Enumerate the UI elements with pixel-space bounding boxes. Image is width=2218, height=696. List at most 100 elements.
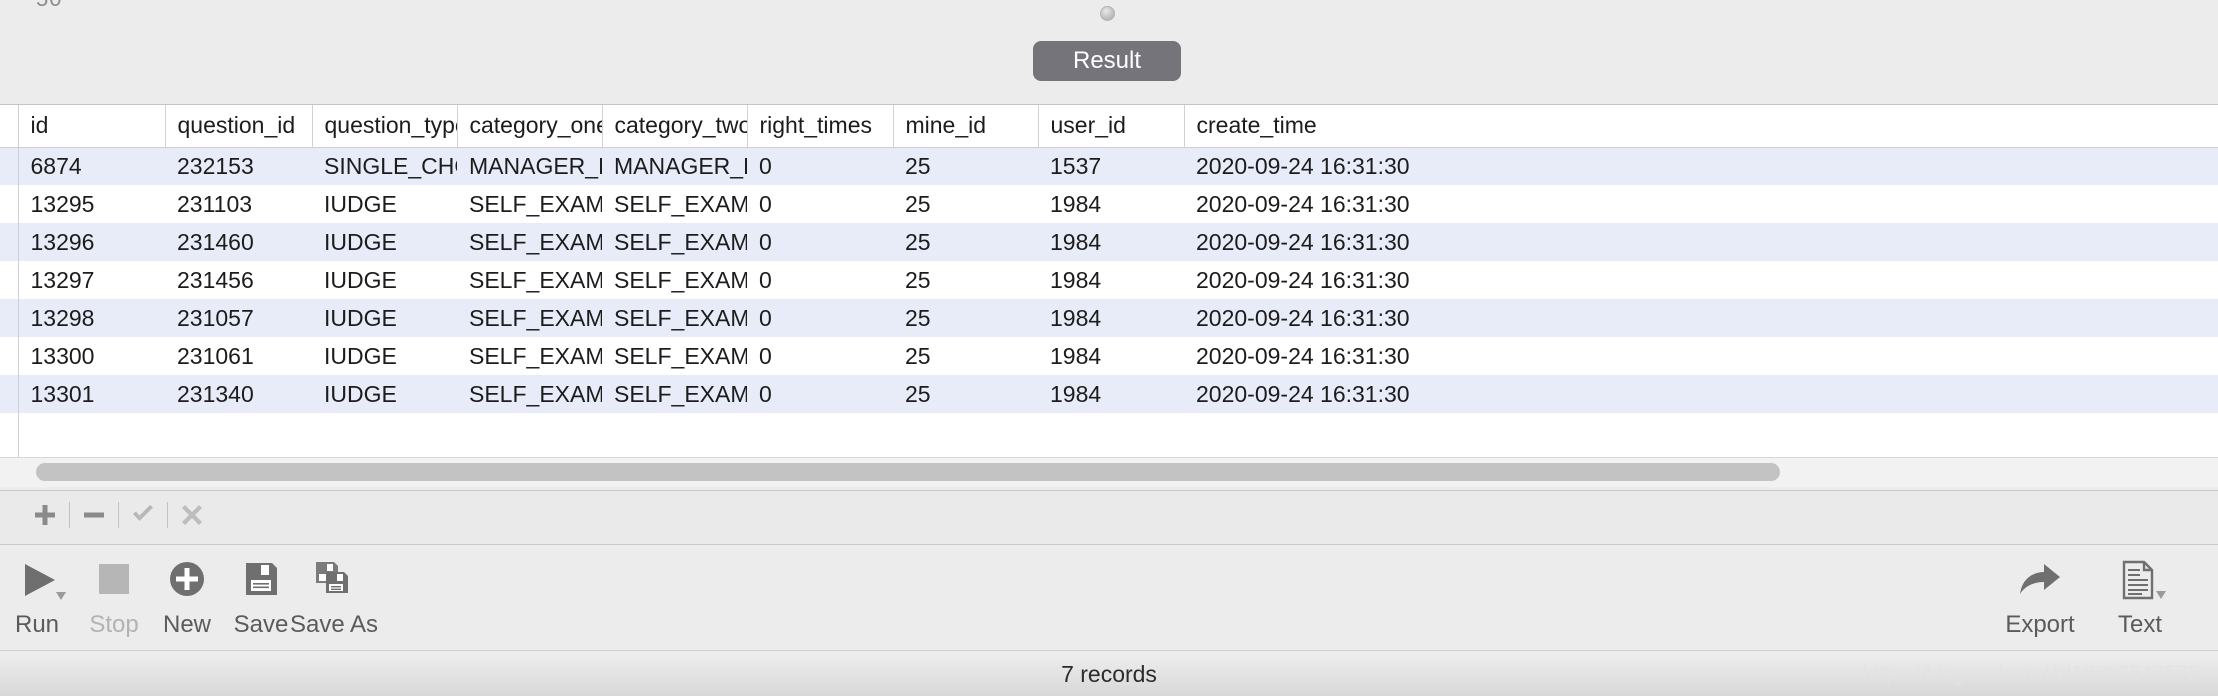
cell-id[interactable]: 13300 <box>18 337 165 375</box>
table-row[interactable]: 13300 231061 IUDGE SELF_EXAM SELF_EXAM_S… <box>0 337 2218 375</box>
cell-category-one[interactable]: SELF_EXAM <box>457 299 602 337</box>
cell-user-id[interactable]: 1984 <box>1038 185 1184 223</box>
cancel-edit-icon[interactable] <box>177 500 207 530</box>
row-gutter-cell[interactable] <box>0 223 19 261</box>
cell-question-id[interactable]: 231057 <box>165 299 312 337</box>
column-header-create-time[interactable]: create_time <box>1184 105 2218 148</box>
row-gutter-cell[interactable] <box>0 147 19 185</box>
cell-question-type[interactable]: IUDGE <box>312 185 457 223</box>
cell-category-two[interactable]: SELF_EXAM_SUB <box>602 223 747 261</box>
cell-category-one[interactable]: MANAGER_PROMO <box>457 147 602 185</box>
cell-mine-id[interactable]: 25 <box>893 261 1038 299</box>
cell-create-time[interactable]: 2020-09-24 16:31:30 <box>1184 223 2218 261</box>
cell-user-id[interactable]: 1984 <box>1038 261 1184 299</box>
cell-id[interactable]: 13295 <box>18 185 165 223</box>
export-label: Export <box>2005 611 2075 638</box>
cell-user-id[interactable]: 1537 <box>1038 147 1184 185</box>
cell-question-id[interactable]: 231340 <box>165 375 312 413</box>
cell-right-times[interactable]: 0 <box>747 185 893 223</box>
add-row-icon[interactable] <box>30 500 60 530</box>
cell-category-one[interactable]: SELF_EXAM <box>457 185 602 223</box>
row-edit-toolbar <box>30 500 207 530</box>
text-button[interactable]: Text <box>2075 556 2205 639</box>
cell-question-id[interactable]: 232153 <box>165 147 312 185</box>
cell-create-time[interactable]: 2020-09-24 16:31:30 <box>1184 185 2218 223</box>
save-as-button[interactable]: Save As <box>269 556 399 639</box>
cell-user-id[interactable]: 1984 <box>1038 337 1184 375</box>
cell-mine-id[interactable]: 25 <box>893 223 1038 261</box>
pane-grab-handle[interactable] <box>1100 6 1115 21</box>
column-header-mine-id[interactable]: mine_id <box>893 105 1039 148</box>
cell-create-time[interactable]: 2020-09-24 16:31:30 <box>1184 261 2218 299</box>
row-gutter-cell[interactable] <box>0 261 19 299</box>
cell-user-id[interactable]: 1984 <box>1038 375 1184 413</box>
column-header-category-one[interactable]: category_one <box>457 105 603 148</box>
delete-row-icon[interactable] <box>79 500 109 530</box>
column-header-question-id[interactable]: question_id <box>165 105 313 148</box>
cell-id[interactable]: 6874 <box>18 147 165 185</box>
cell-category-two[interactable]: SELF_EXAM_SUB <box>602 375 747 413</box>
clipped-top-text: 50 <box>36 0 62 12</box>
table-row[interactable]: 13297 231456 IUDGE SELF_EXAM SELF_EXAM_S… <box>0 261 2218 299</box>
cell-question-id[interactable]: 231456 <box>165 261 312 299</box>
cell-question-type[interactable]: IUDGE <box>312 375 457 413</box>
cell-mine-id[interactable]: 25 <box>893 299 1038 337</box>
cell-question-type[interactable]: IUDGE <box>312 223 457 261</box>
cell-mine-id[interactable]: 25 <box>893 337 1038 375</box>
cell-category-two[interactable]: MANAGER_PROMO <box>602 147 747 185</box>
cell-right-times[interactable]: 0 <box>747 223 893 261</box>
table-row[interactable]: 13301 231340 IUDGE SELF_EXAM SELF_EXAM_S… <box>0 375 2218 413</box>
table-row[interactable]: 13296 231460 IUDGE SELF_EXAM SELF_EXAM_S… <box>0 223 2218 261</box>
cell-right-times[interactable]: 0 <box>747 299 893 337</box>
cell-id[interactable]: 13301 <box>18 375 165 413</box>
cell-question-type[interactable]: IUDGE <box>312 299 457 337</box>
column-header-question-type[interactable]: question_type <box>312 105 458 148</box>
cell-mine-id[interactable]: 25 <box>893 185 1038 223</box>
cell-create-time[interactable]: 2020-09-24 16:31:30 <box>1184 299 2218 337</box>
column-header-user-id[interactable]: user_id <box>1038 105 1185 148</box>
cell-category-one[interactable]: SELF_EXAM <box>457 337 602 375</box>
confirm-edit-icon[interactable] <box>128 500 158 530</box>
cell-category-two[interactable]: SELF_EXAM_SUB <box>602 261 747 299</box>
cell-right-times[interactable]: 0 <box>747 147 893 185</box>
result-grid[interactable]: id question_id question_type category_on… <box>0 104 2218 484</box>
cell-user-id[interactable]: 1984 <box>1038 223 1184 261</box>
row-gutter-cell[interactable] <box>0 299 19 337</box>
table-row[interactable]: 6874 232153 SINGLE_CHOICE MANAGER_PROMO … <box>0 147 2218 185</box>
horizontal-scrollbar-thumb[interactable] <box>36 463 1780 481</box>
cell-question-type[interactable]: IUDGE <box>312 261 457 299</box>
cell-question-id[interactable]: 231103 <box>165 185 312 223</box>
cell-question-id[interactable]: 231460 <box>165 223 312 261</box>
cell-id[interactable]: 13297 <box>18 261 165 299</box>
cell-id[interactable]: 13296 <box>18 223 165 261</box>
cell-category-one[interactable]: SELF_EXAM <box>457 375 602 413</box>
cell-user-id[interactable]: 1984 <box>1038 299 1184 337</box>
row-gutter-cell <box>0 413 19 451</box>
column-header-category-two[interactable]: category_two <box>602 105 748 148</box>
column-header-right-times[interactable]: right_times <box>747 105 894 148</box>
cell-id[interactable]: 13298 <box>18 299 165 337</box>
table-row[interactable]: 13298 231057 IUDGE SELF_EXAM SELF_EXAM_S… <box>0 299 2218 337</box>
row-gutter-cell[interactable] <box>0 185 19 223</box>
cell-mine-id[interactable]: 25 <box>893 147 1038 185</box>
cell-category-two[interactable]: SELF_EXAM_SUB <box>602 337 747 375</box>
cell-category-one[interactable]: SELF_EXAM <box>457 223 602 261</box>
cell-create-time[interactable]: 2020-09-24 16:31:30 <box>1184 337 2218 375</box>
row-gutter-cell[interactable] <box>0 337 19 375</box>
cell-create-time[interactable]: 2020-09-24 16:31:30 <box>1184 375 2218 413</box>
row-gutter-cell[interactable] <box>0 375 19 413</box>
cell-category-two[interactable]: SELF_EXAM_SUB <box>602 185 747 223</box>
cell-right-times[interactable]: 0 <box>747 261 893 299</box>
cell-question-type[interactable]: SINGLE_CHOICE <box>312 147 457 185</box>
cell-question-type[interactable]: IUDGE <box>312 337 457 375</box>
column-header-id[interactable]: id <box>18 105 166 148</box>
cell-mine-id[interactable]: 25 <box>893 375 1038 413</box>
cell-category-one[interactable]: SELF_EXAM <box>457 261 602 299</box>
cell-create-time[interactable]: 2020-09-24 16:31:30 <box>1184 147 2218 185</box>
table-row[interactable]: 13295 231103 IUDGE SELF_EXAM SELF_EXAM_S… <box>0 185 2218 223</box>
cell-right-times[interactable]: 0 <box>747 337 893 375</box>
cell-right-times[interactable]: 0 <box>747 375 893 413</box>
tab-result[interactable]: Result <box>1033 41 1181 81</box>
cell-question-id[interactable]: 231061 <box>165 337 312 375</box>
cell-category-two[interactable]: SELF_EXAM_SUB <box>602 299 747 337</box>
